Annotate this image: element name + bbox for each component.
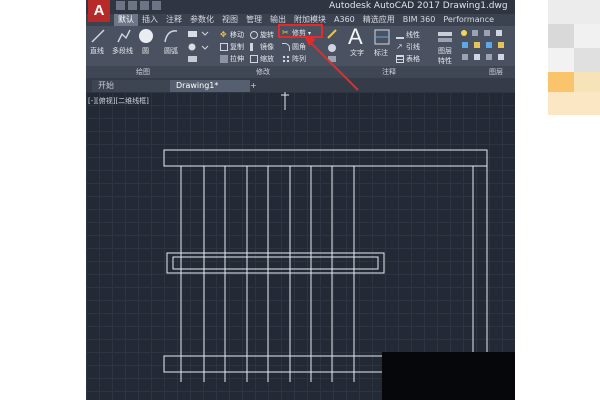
ribbon-tab-insert[interactable]: 插入 [138, 14, 162, 26]
ribbon-tab-parametric[interactable]: 参数化 [186, 14, 218, 26]
scale-tool[interactable]: 缩放 [250, 54, 274, 64]
linear-tool-label: 线性 [406, 31, 420, 39]
stretch-icon [220, 55, 228, 63]
arc-icon[interactable] [163, 28, 179, 44]
blurred-watermark-icon [548, 0, 600, 115]
ribbon-tab-bim360[interactable]: BIM 360 [399, 14, 440, 26]
annotation-arrow-icon [304, 36, 359, 91]
layer-tool-icons[interactable] [458, 28, 514, 64]
linear-icon [396, 31, 404, 39]
new-file-icon[interactable] [116, 1, 125, 10]
ribbon-tab-manage[interactable]: 管理 [242, 14, 266, 26]
table-tool-label: 表格 [406, 55, 420, 63]
rotate-tool-label: 旋转 [260, 31, 274, 39]
layer-properties-icon[interactable] [436, 28, 454, 46]
properties-label[interactable]: 特性 [438, 56, 452, 66]
layers-panel-title[interactable]: 图层 [489, 67, 503, 77]
circle-tool-label[interactable]: 圆 [142, 46, 149, 56]
mirror-tool[interactable]: 镜像 [250, 42, 274, 52]
ribbon-tab-performance[interactable]: Performance [439, 14, 498, 26]
ribbon-tab-annotate[interactable]: 注释 [162, 14, 186, 26]
undo-icon[interactable] [152, 1, 161, 10]
circle-icon[interactable] [138, 28, 154, 44]
polyline-icon[interactable] [116, 28, 132, 44]
linear-dimension-tool[interactable]: 线性 [396, 30, 420, 40]
table-tool[interactable]: 表格 [396, 54, 420, 64]
move-tool-label: 移动 [230, 31, 244, 39]
stretch-tool-label: 拉伸 [230, 55, 244, 63]
open-file-icon[interactable] [128, 1, 137, 10]
rotate-tool[interactable]: 旋转 [250, 30, 274, 40]
mirror-icon [250, 43, 258, 51]
drawing-geometry [163, 92, 515, 400]
arc-tool-label[interactable]: 圆弧 [164, 46, 178, 56]
fillet-icon [282, 43, 290, 51]
move-tool[interactable]: ✥ 移动 [220, 30, 244, 40]
array-icon [282, 55, 290, 63]
line-icon[interactable] [90, 28, 106, 44]
ribbon-tab-featured-apps[interactable]: 精选应用 [359, 14, 399, 26]
ribbon-tab-default[interactable]: 默认 [114, 14, 138, 26]
autocad-logo-button[interactable]: A [88, 0, 110, 22]
polyline-tool-label[interactable]: 多段线 [112, 46, 133, 56]
mirror-tool-label: 镜像 [260, 43, 274, 51]
modify-panel-title[interactable]: 修改 [256, 67, 270, 77]
dimension-tool-label[interactable]: 标注 [374, 48, 388, 58]
ribbon-tab-view[interactable]: 视图 [218, 14, 242, 26]
leader-tool[interactable]: ↗ 引线 [396, 42, 420, 52]
leader-tool-label: 引线 [406, 43, 420, 51]
move-icon: ✥ [220, 30, 227, 39]
tab-drawing1[interactable]: Drawing1* [170, 80, 250, 92]
window-title: Autodesk AutoCAD 2017 Drawing1.dwg [329, 1, 508, 11]
scale-tool-label: 缩放 [260, 55, 274, 63]
line-tool-label[interactable]: 直线 [90, 46, 104, 56]
copy-tool-label: 复制 [230, 43, 244, 51]
copy-icon [220, 43, 228, 51]
annotation-panel-title[interactable]: 注释 [382, 67, 396, 77]
copy-tool[interactable]: 复制 [220, 42, 244, 52]
draw-panel-title[interactable]: 绘图 [136, 67, 150, 77]
save-icon[interactable] [140, 1, 149, 10]
table-icon [396, 55, 404, 63]
scale-icon [250, 55, 258, 63]
draw-small-tools[interactable] [186, 28, 216, 66]
new-tab-button[interactable]: + [248, 80, 262, 92]
tab-start[interactable]: 开始 [92, 80, 170, 92]
quick-access-toolbar [116, 1, 161, 12]
layer-label[interactable]: 图层 [438, 46, 452, 56]
dimension-icon[interactable] [373, 28, 391, 46]
stretch-tool[interactable]: 拉伸 [220, 54, 244, 64]
rotate-icon [250, 31, 258, 39]
leader-icon: ↗ [396, 42, 403, 51]
